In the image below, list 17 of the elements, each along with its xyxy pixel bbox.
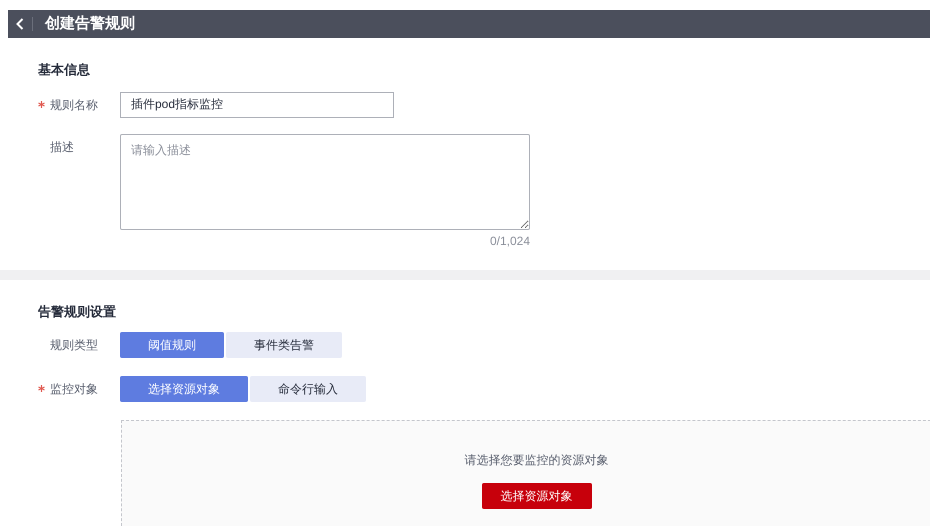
page-title: 创建告警规则 xyxy=(45,14,135,34)
option-tab[interactable]: 命令行输入 xyxy=(250,376,366,402)
back-icon xyxy=(16,18,24,30)
description-field[interactable]: 请输入描述 xyxy=(120,134,530,230)
option-tab[interactable]: 阈值规则 xyxy=(120,332,224,358)
option-tab[interactable]: 选择资源对象 xyxy=(120,376,248,402)
field-label: 监控对象 xyxy=(50,380,98,398)
resource-prompt: 请选择您要监控的资源对象 xyxy=(464,452,608,468)
section-heading: 基本信息 xyxy=(38,61,91,79)
field-label: 规则类型 xyxy=(50,336,98,354)
option-tab[interactable]: 事件类告警 xyxy=(226,332,342,358)
character-counter: 0/1,024 xyxy=(490,232,530,250)
name-field[interactable]: 插件pod指标监控 xyxy=(120,92,394,118)
field-label: 描述 xyxy=(50,138,74,156)
field-label: 规则名称 xyxy=(50,96,98,114)
section-heading: 告警规则设置 xyxy=(38,303,117,321)
select-resource-button[interactable]: 选择资源对象 xyxy=(482,482,592,508)
